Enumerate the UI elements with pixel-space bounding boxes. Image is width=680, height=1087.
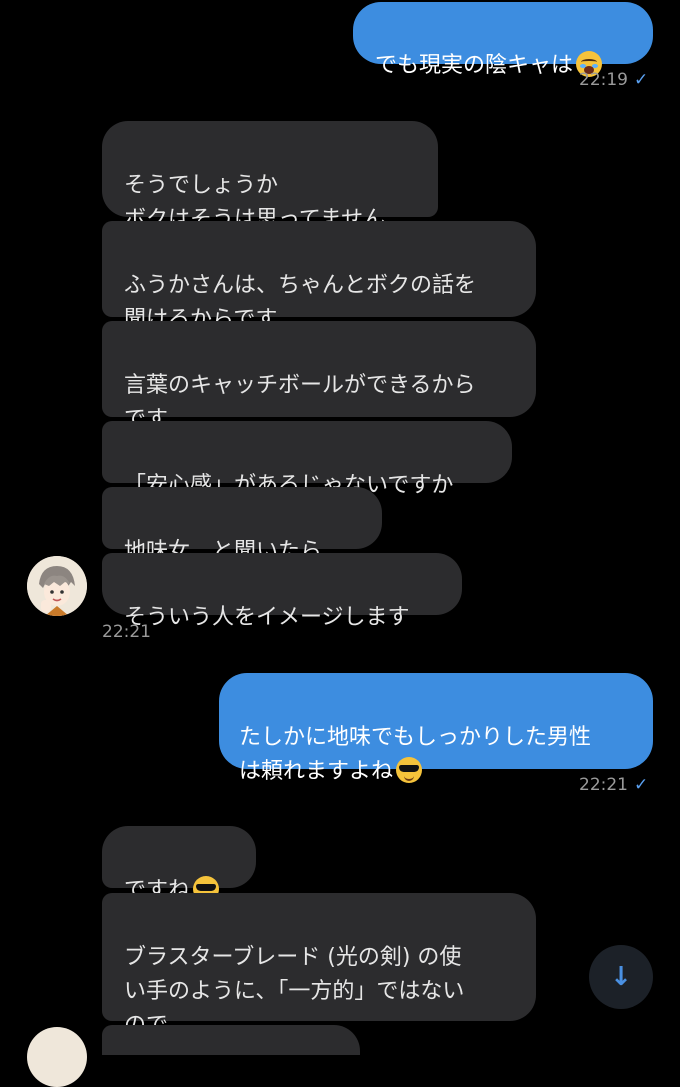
outgoing-message-bubble[interactable]: たしかに地味でもしっかりした男性 は頼れますよね — [219, 673, 653, 784]
incoming-message-bubble-partial[interactable] — [102, 1025, 360, 1055]
read-check-icon: ✓ — [634, 775, 649, 795]
incoming-message-bubble[interactable]: ふうかさんは、ちゃんとボクの話を 聞けるからです — [102, 221, 536, 332]
incoming-message-bubble[interactable]: そういう人をイメージします — [102, 553, 462, 630]
incoming-message-bubble[interactable]: そうでしょうか ボクはそうは思ってません — [102, 121, 438, 232]
scroll-to-bottom-button[interactable]: ↓ — [589, 945, 653, 1009]
incoming-message-bubble[interactable]: ですね — [102, 826, 256, 903]
incoming-message-bubble[interactable]: 言葉のキャッチボールができるから です — [102, 321, 536, 432]
message-timestamp: 22:19 ✓ — [579, 70, 648, 90]
timestamp-text: 22:21 — [579, 775, 628, 795]
anime-character-avatar-icon — [27, 556, 87, 616]
message-timestamp: 22:21 — [102, 622, 151, 642]
arrow-down-icon: ↓ — [610, 962, 632, 992]
message-timestamp: 22:21 ✓ — [579, 775, 648, 795]
message-text: そういう人をイメージします — [124, 605, 410, 630]
message-text: でも現実の陰キャは — [375, 53, 574, 78]
incoming-message-bubble[interactable]: ブラスターブレード (光の剣) の使 い手のように、「一方的」ではない ので、 — [102, 893, 536, 1038]
smiling-face-with-sunglasses-emoji — [396, 757, 423, 783]
timestamp-text: 22:21 — [102, 622, 151, 642]
read-check-icon: ✓ — [634, 70, 649, 90]
outgoing-message-bubble[interactable]: でも現実の陰キャは — [353, 2, 653, 78]
contact-avatar-partial[interactable] — [27, 1027, 87, 1087]
incoming-message-bubble[interactable]: 「安心感」があるじゃないですか — [102, 421, 512, 498]
contact-avatar[interactable] — [27, 556, 87, 616]
timestamp-text: 22:19 — [579, 70, 628, 90]
incoming-message-bubble[interactable]: 地味女、と聞いたら、 — [102, 487, 382, 564]
